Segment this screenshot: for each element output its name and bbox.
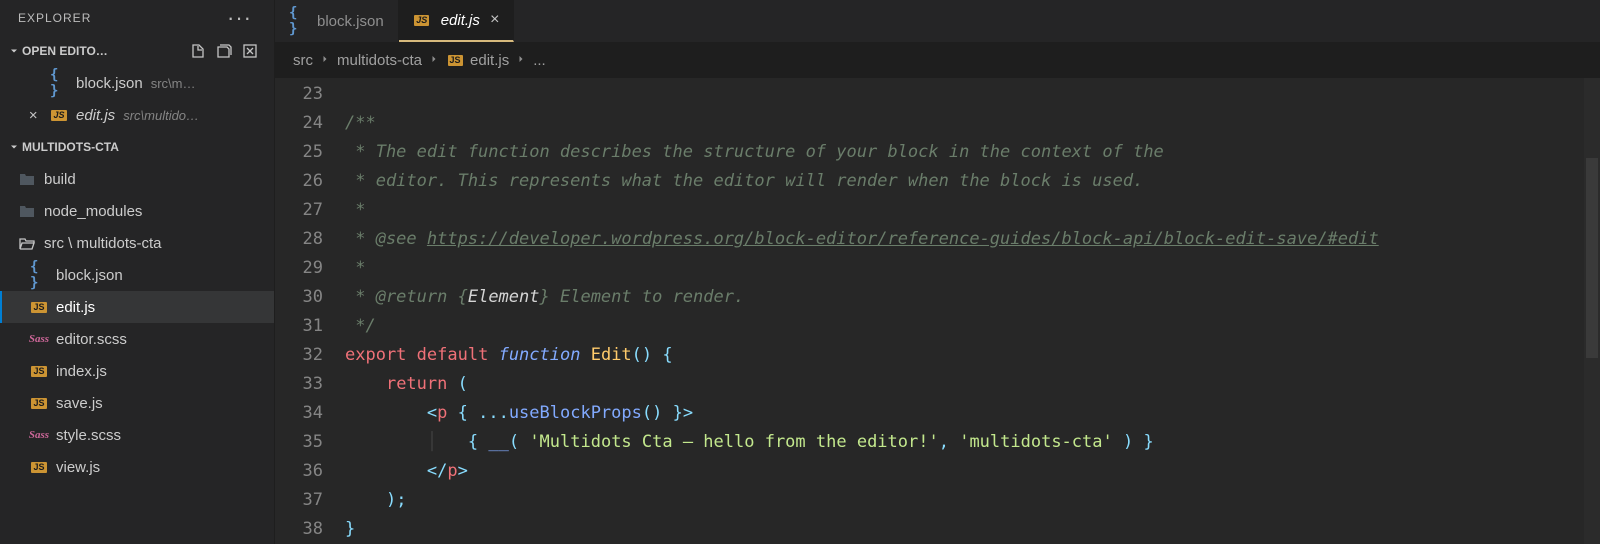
- sass-icon: Sass: [30, 426, 48, 444]
- open-editor-item[interactable]: × JS edit.js src\multido…: [0, 99, 274, 131]
- tab-label: edit.js: [441, 12, 480, 29]
- folder-icon: [18, 170, 36, 188]
- tree-item[interactable]: Sass style.scss: [0, 419, 274, 451]
- tab-bar: { } block.json JS edit.js ×: [275, 0, 1600, 42]
- breadcrumbs[interactable]: src multidots-cta JS edit.js...: [275, 42, 1600, 78]
- json-icon: { }: [50, 74, 68, 92]
- folder-open-icon: [18, 234, 36, 252]
- more-actions-icon[interactable]: ···: [227, 5, 256, 31]
- tree-item[interactable]: JS index.js: [0, 355, 274, 387]
- breadcrumb-item[interactable]: multidots-cta: [337, 52, 422, 69]
- tab-label: block.json: [317, 13, 384, 30]
- save-all-icon[interactable]: [214, 41, 234, 61]
- open-editors-title: OPEN EDITO…: [22, 44, 188, 58]
- file-path: src\multido…: [123, 108, 274, 123]
- file-name: style.scss: [56, 427, 121, 444]
- chevron-right-icon: [515, 52, 527, 69]
- tree-item[interactable]: src \ multidots-cta: [0, 227, 274, 259]
- file-name: block.json: [76, 75, 143, 92]
- folder-icon: [18, 202, 36, 220]
- chevron-right-icon: [428, 52, 440, 69]
- breadcrumb-item[interactable]: edit.js: [470, 52, 509, 69]
- js-icon: JS: [413, 11, 431, 29]
- editor-area[interactable]: 23242526272829303132333435363738 /** * T…: [275, 78, 1600, 544]
- json-icon: { }: [289, 12, 307, 30]
- tree-item[interactable]: JS edit.js: [0, 291, 274, 323]
- close-icon[interactable]: ×: [490, 11, 499, 29]
- tree-item[interactable]: node_modules: [0, 195, 274, 227]
- chevron-down-icon: [6, 43, 22, 59]
- open-editors-list: { } block.json src\m… × JS edit.js src\multido…: [0, 67, 274, 131]
- file-path: src\m…: [151, 76, 274, 91]
- file-name: index.js: [56, 363, 107, 380]
- file-name: src \ multidots-cta: [44, 235, 162, 252]
- open-editors-header[interactable]: OPEN EDITO…: [0, 35, 274, 67]
- explorer-sidebar: EXPLORER ··· OPEN EDITO… { } block.json sr…: [0, 0, 275, 544]
- js-icon: JS: [30, 458, 48, 476]
- vertical-scrollbar[interactable]: [1584, 78, 1600, 544]
- js-icon: JS: [30, 298, 48, 316]
- file-name: build: [44, 171, 76, 188]
- js-icon: JS: [30, 394, 48, 412]
- file-name: block.json: [56, 267, 123, 284]
- workspace-title: MULTIDOTS-CTA: [22, 140, 268, 154]
- explorer-title: EXPLORER: [18, 11, 91, 25]
- tree-item[interactable]: Sass editor.scss: [0, 323, 274, 355]
- file-tree: build node_modulessrc \ multidots-cta { } b…: [0, 163, 274, 483]
- file-name: node_modules: [44, 203, 142, 220]
- scrollbar-thumb[interactable]: [1586, 158, 1598, 358]
- json-icon: { }: [30, 266, 48, 284]
- tree-item[interactable]: { } block.json: [0, 259, 274, 291]
- file-name: edit.js: [56, 299, 95, 316]
- js-icon: JS: [30, 362, 48, 380]
- tree-item[interactable]: JS view.js: [0, 451, 274, 483]
- file-name: editor.scss: [56, 331, 127, 348]
- tree-item[interactable]: JS save.js: [0, 387, 274, 419]
- js-icon: JS: [50, 106, 68, 124]
- new-file-icon[interactable]: [188, 41, 208, 61]
- editor-main: { } block.json JS edit.js × src multidots-cta…: [275, 0, 1600, 544]
- code-content[interactable]: /** * The edit function describes the st…: [345, 80, 1600, 544]
- file-name: edit.js: [76, 107, 115, 124]
- chevron-down-icon: [6, 139, 22, 155]
- minimap[interactable]: [1484, 78, 1584, 544]
- sidebar-header: EXPLORER ···: [0, 0, 274, 35]
- file-name: save.js: [56, 395, 103, 412]
- editor-tab[interactable]: JS edit.js ×: [399, 0, 515, 42]
- workspace-header[interactable]: MULTIDOTS-CTA: [0, 131, 274, 163]
- editor-tab[interactable]: { } block.json: [275, 0, 399, 42]
- file-name: view.js: [56, 459, 100, 476]
- breadcrumb-item[interactable]: src: [293, 52, 313, 69]
- breadcrumb-item[interactable]: ...: [533, 52, 546, 69]
- chevron-right-icon: [319, 52, 331, 69]
- close-icon[interactable]: ×: [24, 107, 42, 124]
- sass-icon: Sass: [30, 330, 48, 348]
- js-icon: JS: [446, 51, 464, 69]
- tree-item[interactable]: build: [0, 163, 274, 195]
- open-editor-item[interactable]: { } block.json src\m…: [0, 67, 274, 99]
- line-gutter: 23242526272829303132333435363738: [275, 80, 345, 544]
- close-all-icon[interactable]: [240, 41, 260, 61]
